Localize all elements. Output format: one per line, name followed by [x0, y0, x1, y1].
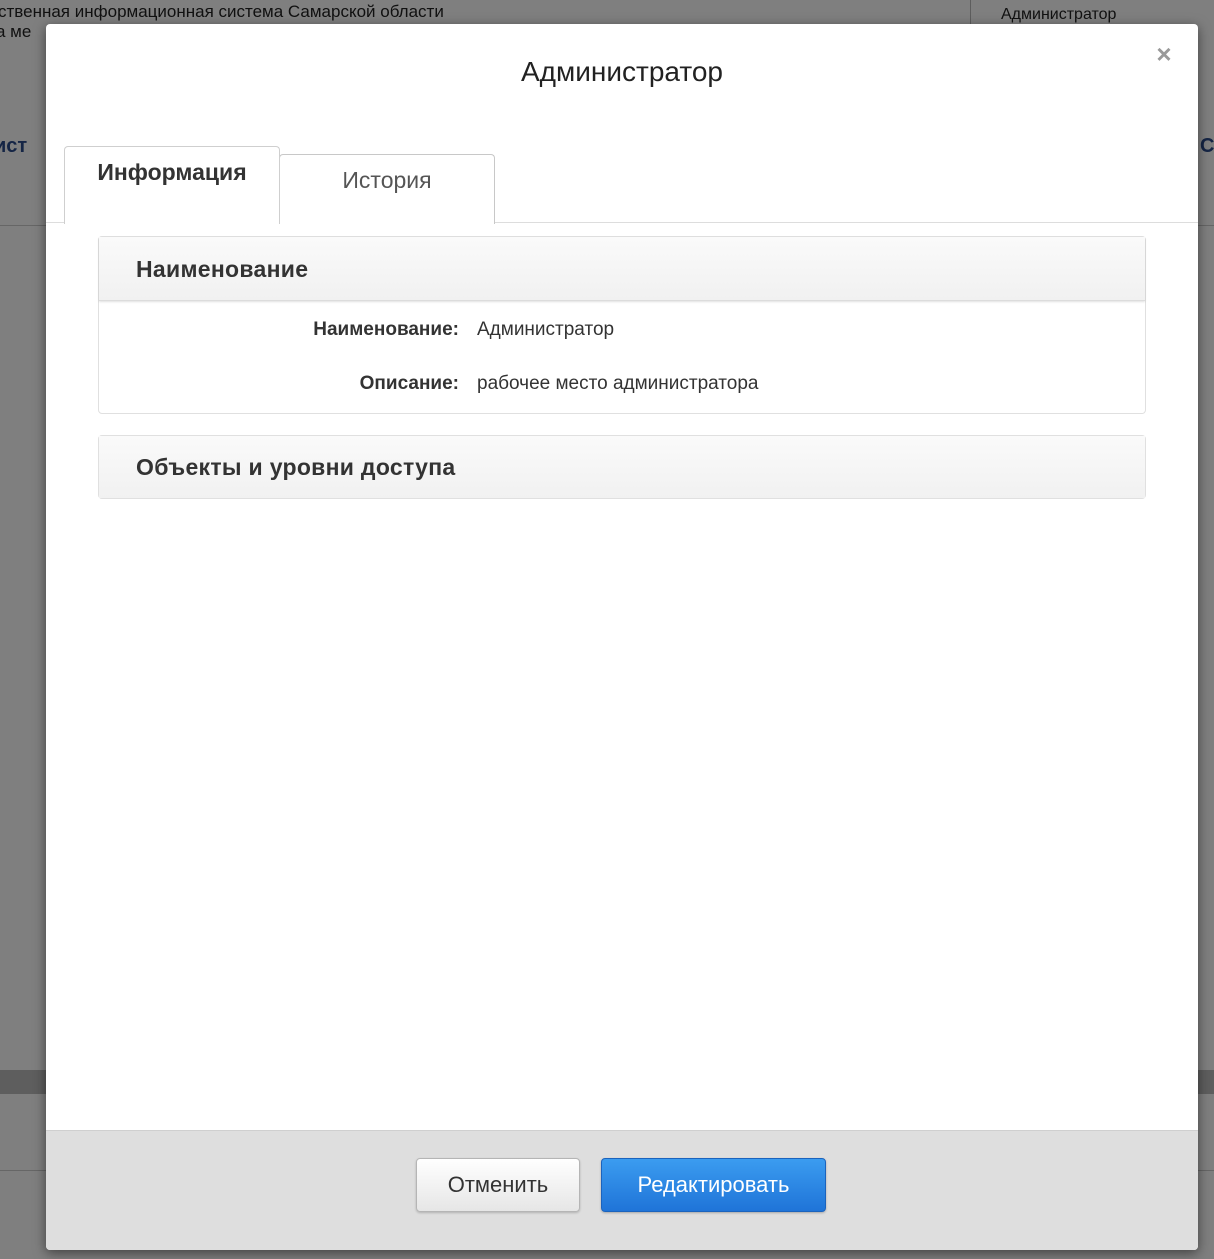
tab-information[interactable]: Информация — [64, 146, 280, 224]
modal-title: Администратор — [520, 56, 723, 87]
tab-history[interactable]: История — [279, 154, 495, 224]
description-field-label: Описание: — [359, 373, 459, 394]
access-section-header[interactable]: Объекты и уровни доступа — [99, 436, 1145, 498]
name-field-value: Администратор — [477, 319, 615, 340]
description-field-value: рабочее место администратора — [477, 373, 759, 394]
name-field-label: Наименование: — [313, 319, 459, 340]
role-details-modal: Администратор × История Информация Наиме… — [46, 24, 1198, 1250]
name-section-header[interactable]: Наименование — [99, 237, 1145, 301]
name-section: Наименование Наименование: Администратор… — [98, 236, 1146, 414]
cancel-button[interactable]: Отменить — [416, 1158, 580, 1212]
modal-footer: Отменить Редактировать — [46, 1130, 1198, 1250]
access-section: Объекты и уровни доступа — [98, 435, 1146, 499]
tab-label: История — [342, 167, 432, 193]
description-field-row: Описание: рабочее место администратора — [99, 373, 1145, 403]
name-field-row: Наименование: Администратор — [99, 319, 1145, 349]
edit-button[interactable]: Редактировать — [601, 1158, 826, 1212]
tab-label: Информация — [97, 159, 247, 185]
close-icon[interactable]: × — [1152, 41, 1176, 67]
